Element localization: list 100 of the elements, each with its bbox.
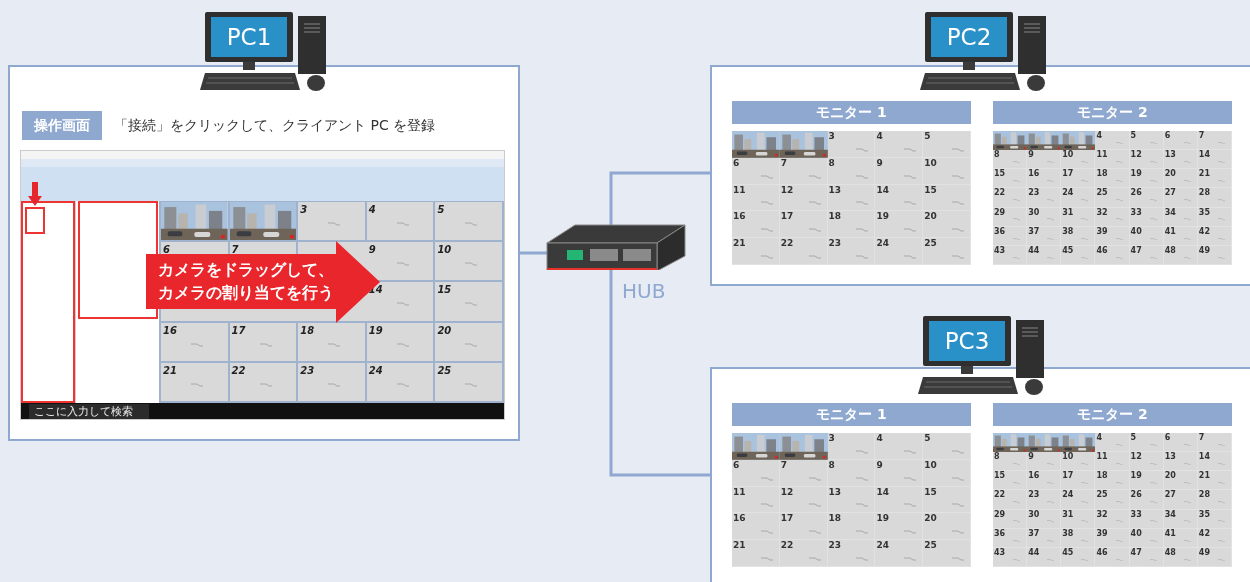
camera-placeholder-icon [904,228,917,233]
cell-number: 28 [1198,490,1210,500]
camera-placeholder-icon [760,201,773,206]
monitor-title: モニター 2 [993,101,1232,124]
cell-number: 43 [994,245,1006,255]
cell-number: 40 [1130,528,1142,538]
camera-placeholder-icon [952,476,964,481]
caption: 「接続」をクリックして、クライアント PC を登録 [114,116,436,135]
cell-number: 13 [828,184,842,195]
cell-number: 9 [876,157,883,168]
cell-number: 22 [780,540,794,551]
camera-placeholder-icon [808,530,821,535]
cell-number: 8 [828,459,835,470]
cell-number: 4 [1096,131,1102,140]
camera-placeholder-icon [191,382,203,387]
cell-number: 3 [828,131,835,141]
camera-placeholder-icon [396,382,409,387]
cell-number: 20 [437,323,452,338]
cell-number: 16 [733,211,746,222]
cell-number: 19 [876,513,889,524]
cell-number: 23 [300,363,315,378]
cell-number: 14 [1198,150,1210,160]
camera-placeholder-icon [856,476,869,481]
cell-number: 41 [1164,528,1176,538]
cell-number: 27 [1164,490,1176,500]
cell-number: 24 [1062,490,1074,500]
cell-number: 35 [1198,207,1210,217]
cell-number: 6 [163,243,170,258]
cell-number: 18 [1096,471,1108,481]
cell-number: 45 [1062,245,1074,255]
cell-number: 23 [1028,490,1040,500]
cell-number: 15 [924,486,937,497]
pc-label: PC3 [943,326,991,356]
cell-number: 9 [1028,150,1034,160]
cell-number: 17 [231,323,246,338]
cell-number: 47 [1130,547,1142,557]
cell-number: 14 [1198,452,1210,462]
cell-number: 37 [1028,528,1040,538]
cell-number: 17 [1062,169,1074,179]
highlight-frame [25,207,45,234]
cell-number: 13 [1164,150,1176,160]
cell-number: 7 [231,243,239,258]
cell-number: 39 [1096,528,1108,538]
cell-number: 18 [300,323,315,338]
cell-number: 8 [994,452,1000,462]
cell-number: 49 [1198,547,1210,557]
cell-number: 17 [1062,471,1074,481]
camera-placeholder-icon [760,476,773,481]
cell-number: 22 [994,490,1006,500]
cell-number: 21 [733,238,746,249]
taskbar-search-field[interactable]: ここに入力して検索 [29,403,149,419]
cell-number: 37 [1028,226,1040,236]
cell-number: 39 [1096,226,1108,236]
cell-number: 22 [994,188,1006,198]
camera-placeholder-icon [952,174,964,179]
cell-number: 20 [924,513,937,524]
camera-placeholder-icon [760,174,773,179]
cell-number: 10 [924,157,937,168]
cell-number: 31 [1062,509,1074,519]
cell-number: 33 [1130,207,1142,217]
camera-placeholder-icon [856,228,869,233]
cell-number: 15 [924,184,937,195]
cell-number: 19 [876,211,889,222]
camera-placeholder-icon [808,476,821,481]
pc-label: PC1 [225,22,273,52]
cell-number: 14 [876,486,889,497]
cell-number: 21 [733,540,746,551]
cell-number: 7 [1198,131,1205,140]
camera-placeholder-icon [328,382,341,387]
cell-number: 41 [1164,226,1176,236]
cell-number: 19 [368,323,383,338]
cell-number: 20 [924,211,937,222]
cell-number: 34 [1164,207,1176,217]
camera-placeholder-icon [808,503,821,508]
callout-text: カメラをドラッグして、 [158,259,334,281]
cell-number: 6 [1164,433,1171,442]
cell-number: 16 [1028,169,1040,179]
cell-number: 20 [1164,471,1176,481]
cell-number: 24 [1062,188,1074,198]
pc-label: PC2 [945,22,993,52]
cell-number: 6 [1164,131,1171,140]
cell-number: 26 [1130,490,1142,500]
cell-number: 38 [1062,226,1074,236]
cell-number: 45 [1062,547,1074,557]
monitor-title: モニター 1 [732,403,971,426]
cell-number: 25 [1096,490,1108,500]
cell-number: 27 [1164,188,1176,198]
camera-placeholder-icon [259,342,272,347]
cell-number: 15 [437,283,452,298]
camera-placeholder-icon [904,449,917,454]
cell-number: 7 [780,459,788,470]
monitor-title: モニター 1 [732,101,971,124]
camera-placeholder-icon [856,530,869,535]
cell-number: 4 [876,433,883,443]
cell-number: 3 [828,433,835,443]
cell-number: 30 [1028,509,1040,519]
cell-number: 15 [994,471,1006,481]
cell-number: 11 [1096,452,1108,462]
cell-number: 8 [828,157,835,168]
camera-placeholder-icon [904,201,917,206]
